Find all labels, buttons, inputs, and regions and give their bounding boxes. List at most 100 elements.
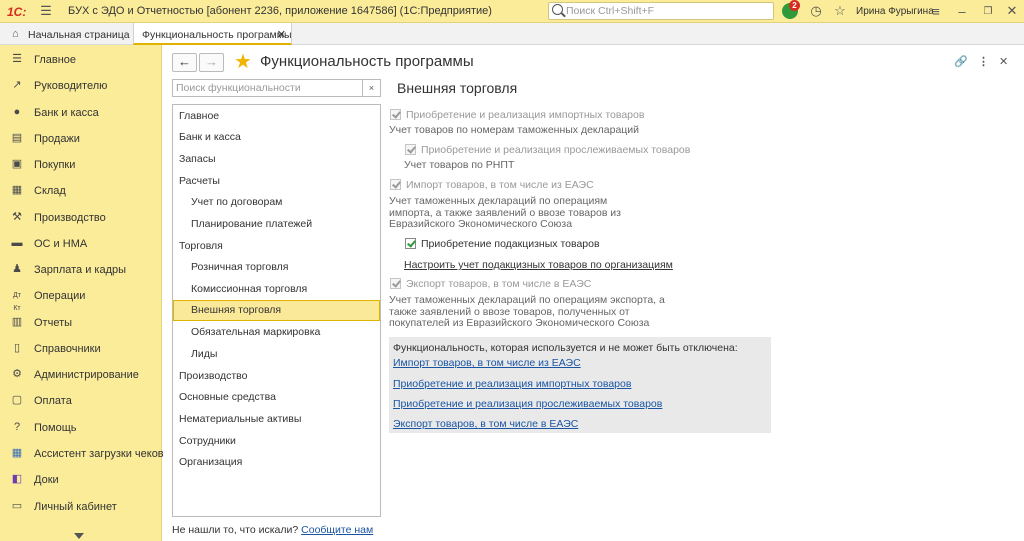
main-menu-icon[interactable]: ☰ [38,3,54,19]
warehouse-icon: ▦ [11,184,23,196]
sidebar-item-admin[interactable]: ⚙ Администрирование [0,362,162,388]
tree-item[interactable]: Розничная торговля [173,257,380,278]
tree-item[interactable]: Торговля [173,236,380,257]
forward-button[interactable]: → [199,53,224,72]
title-bar: 1С: ☰ БУХ с ЭДО и Отчетностью [абонент 2… [0,0,1024,23]
form-title: Функциональность программы [260,53,474,70]
window-title: БУХ с ЭДО и Отчетностью [абонент 2236, п… [68,5,492,17]
sidebar-item-warehouse[interactable]: ▦ Склад [0,178,162,204]
tree-item[interactable]: Планирование платежей [173,214,380,235]
mandatory-link[interactable]: Приобретение и реализация импортных това… [393,378,631,390]
grid-icon: ▦ [11,447,23,459]
sidebar-item-production[interactable]: ⚒ Производство [0,205,162,231]
close-tab-icon[interactable]: ✕ [277,28,286,41]
import-eaeu-label: Импорт товаров, в том числе из ЕАЭС [406,179,594,191]
clear-search-button[interactable]: × [362,80,380,96]
tree-item[interactable]: Главное [173,106,380,127]
operations-icon: Дт Кт [13,292,21,312]
excise-goods-checkbox[interactable] [405,238,416,249]
tab-home-label: Начальная страница [28,29,130,41]
close-window-icon[interactable]: ✕ [1004,3,1020,19]
tree-item[interactable]: Комиссионная торговля [173,279,380,300]
history-icon[interactable]: ◷ [808,3,824,19]
tree-item[interactable]: Банк и касса [173,127,380,148]
sidebar-item-salary[interactable]: ♟ Зарплата и кадры [0,257,162,283]
contact-us-link[interactable]: Сообщите нам [301,524,373,536]
form-header: ← → ★ Функциональность программы 🔗 ⋮ ✕ [172,49,1022,74]
export-eaeu-desc: Учет таможенных деклараций по операциям … [389,294,665,329]
tab-home[interactable]: ⌂ Начальная страница [4,23,138,45]
sidebar-item-operations[interactable]: Дт Кт Операции [0,283,162,312]
tab-functionality[interactable]: Функциональность программы ✕ [133,23,292,45]
person-icon: ♟ [12,263,22,275]
sidebar-item-reports[interactable]: ▥ Отчеты [0,310,162,336]
sidebar-scroll-down-icon[interactable] [74,533,84,539]
menu-icon: ☰ [12,53,22,65]
search-icon [552,4,563,15]
sidebar-item-payment[interactable]: ▢ Оплата [0,388,162,414]
tree-item[interactable]: Нематериальные активы [173,409,380,430]
traceable-goods-checkbox[interactable] [405,144,416,155]
sidebar-item-management[interactable]: ↗ Руководителю [0,73,162,99]
minimize-icon[interactable]: – [954,3,970,19]
more-actions-icon[interactable]: ⋮ [978,55,989,68]
tree-item[interactable]: Организация [173,452,380,473]
sidebar-item-bank[interactable]: ● Банк и касса [0,100,162,126]
tree-item[interactable]: Обязательная маркировка [173,322,380,343]
import-goods-desc: Учет товаров по номерам таможенных декла… [389,124,640,136]
export-eaeu-checkbox[interactable] [390,278,401,289]
basket-icon: ▣ [11,158,23,170]
tree-item[interactable]: Учет по договорам [173,192,380,213]
not-found-hint: Не нашли то, что искали? Сообщите нам [172,524,373,536]
tree-item-selected[interactable]: Внешняя торговля [173,300,380,321]
tree-item[interactable]: Запасы [173,149,380,170]
notifications-badge: 2 [789,0,800,11]
import-eaeu-checkbox[interactable] [390,179,401,190]
sections-sidebar: ☰ Главное ↗ Руководителю ● Банк и касса ▤ Пр… [0,45,164,541]
sidebar-item-help[interactable]: ? Помощь [0,415,162,441]
sidebar-item-docs[interactable]: ◧ Доки [0,467,162,493]
close-form-icon[interactable]: ✕ [999,55,1008,68]
export-eaeu-label: Экспорт товаров, в том числе в ЕАЭС [406,278,592,290]
sidebar-item-cabinet[interactable]: ▭ Личный кабинет [0,494,162,520]
import-goods-label: Приобретение и реализация импортных това… [406,109,645,121]
gear-icon: ⚙ [12,368,22,380]
tree-item[interactable]: Лиды [173,344,380,365]
excise-settings-link[interactable]: Настроить учет подакцизных товаров по ор… [404,259,673,271]
settings-menu-icon[interactable]: ≡ [928,3,944,19]
bar-chart-icon: ▥ [11,316,23,328]
tree-item[interactable]: Сотрудники [173,431,380,452]
truck-icon: ▬ [11,237,23,249]
sidebar-item-assets[interactable]: ▬ ОС и НМА [0,231,162,257]
excise-goods-label: Приобретение подакцизных товаров [421,238,600,250]
back-button[interactable]: ← [172,53,197,72]
global-search-input[interactable]: Поиск Ctrl+Shift+F [548,2,774,20]
functionality-search-input[interactable]: Поиск функциональности × [172,79,381,97]
sidebar-item-sales[interactable]: ▤ Продажи [0,126,162,152]
not-found-text: Не нашли то, что искали? [172,524,299,536]
sidebar-item-directories[interactable]: ▯ Справочники [0,336,162,362]
open-tabs-bar: ⌂ Начальная страница Функциональность пр… [0,23,1024,45]
question-icon: ? [13,421,21,433]
cart-icon: ▤ [11,132,23,144]
traceable-goods-desc: Учет товаров по РНПТ [404,159,515,171]
import-goods-checkbox[interactable] [390,109,401,120]
restore-icon[interactable]: ❐ [980,3,996,19]
import-eaeu-desc: Учет таможенных деклараций по операциям … [389,195,621,230]
tree-item[interactable]: Расчеты [173,171,380,192]
mandatory-link[interactable]: Импорт товаров, в том числе из ЕАЭС [393,357,581,369]
favorite-star-icon[interactable]: ★ [234,49,252,74]
user-name[interactable]: Ирина Фурыгина [856,6,934,17]
sidebar-item-purchases[interactable]: ▣ Покупки [0,152,162,178]
functionality-search-placeholder: Поиск функциональности [176,82,301,94]
link-icon[interactable]: 🔗 [954,55,968,68]
mandatory-link[interactable]: Экспорт товаров, в том числе в ЕАЭС [393,418,578,430]
mandatory-link[interactable]: Приобретение и реализация прослеживаемых… [393,398,662,410]
favorites-star-icon[interactable]: ☆ [832,3,848,19]
sidebar-item-receipts-assistant[interactable]: ▦ Ассистент загрузки чеков [0,441,164,467]
tree-item[interactable]: Основные средства [173,387,380,408]
tab-functionality-label: Функциональность программы [142,29,292,41]
home-icon: ⌂ [12,28,19,40]
sidebar-item-main[interactable]: ☰ Главное [0,47,162,73]
tree-item[interactable]: Производство [173,366,380,387]
